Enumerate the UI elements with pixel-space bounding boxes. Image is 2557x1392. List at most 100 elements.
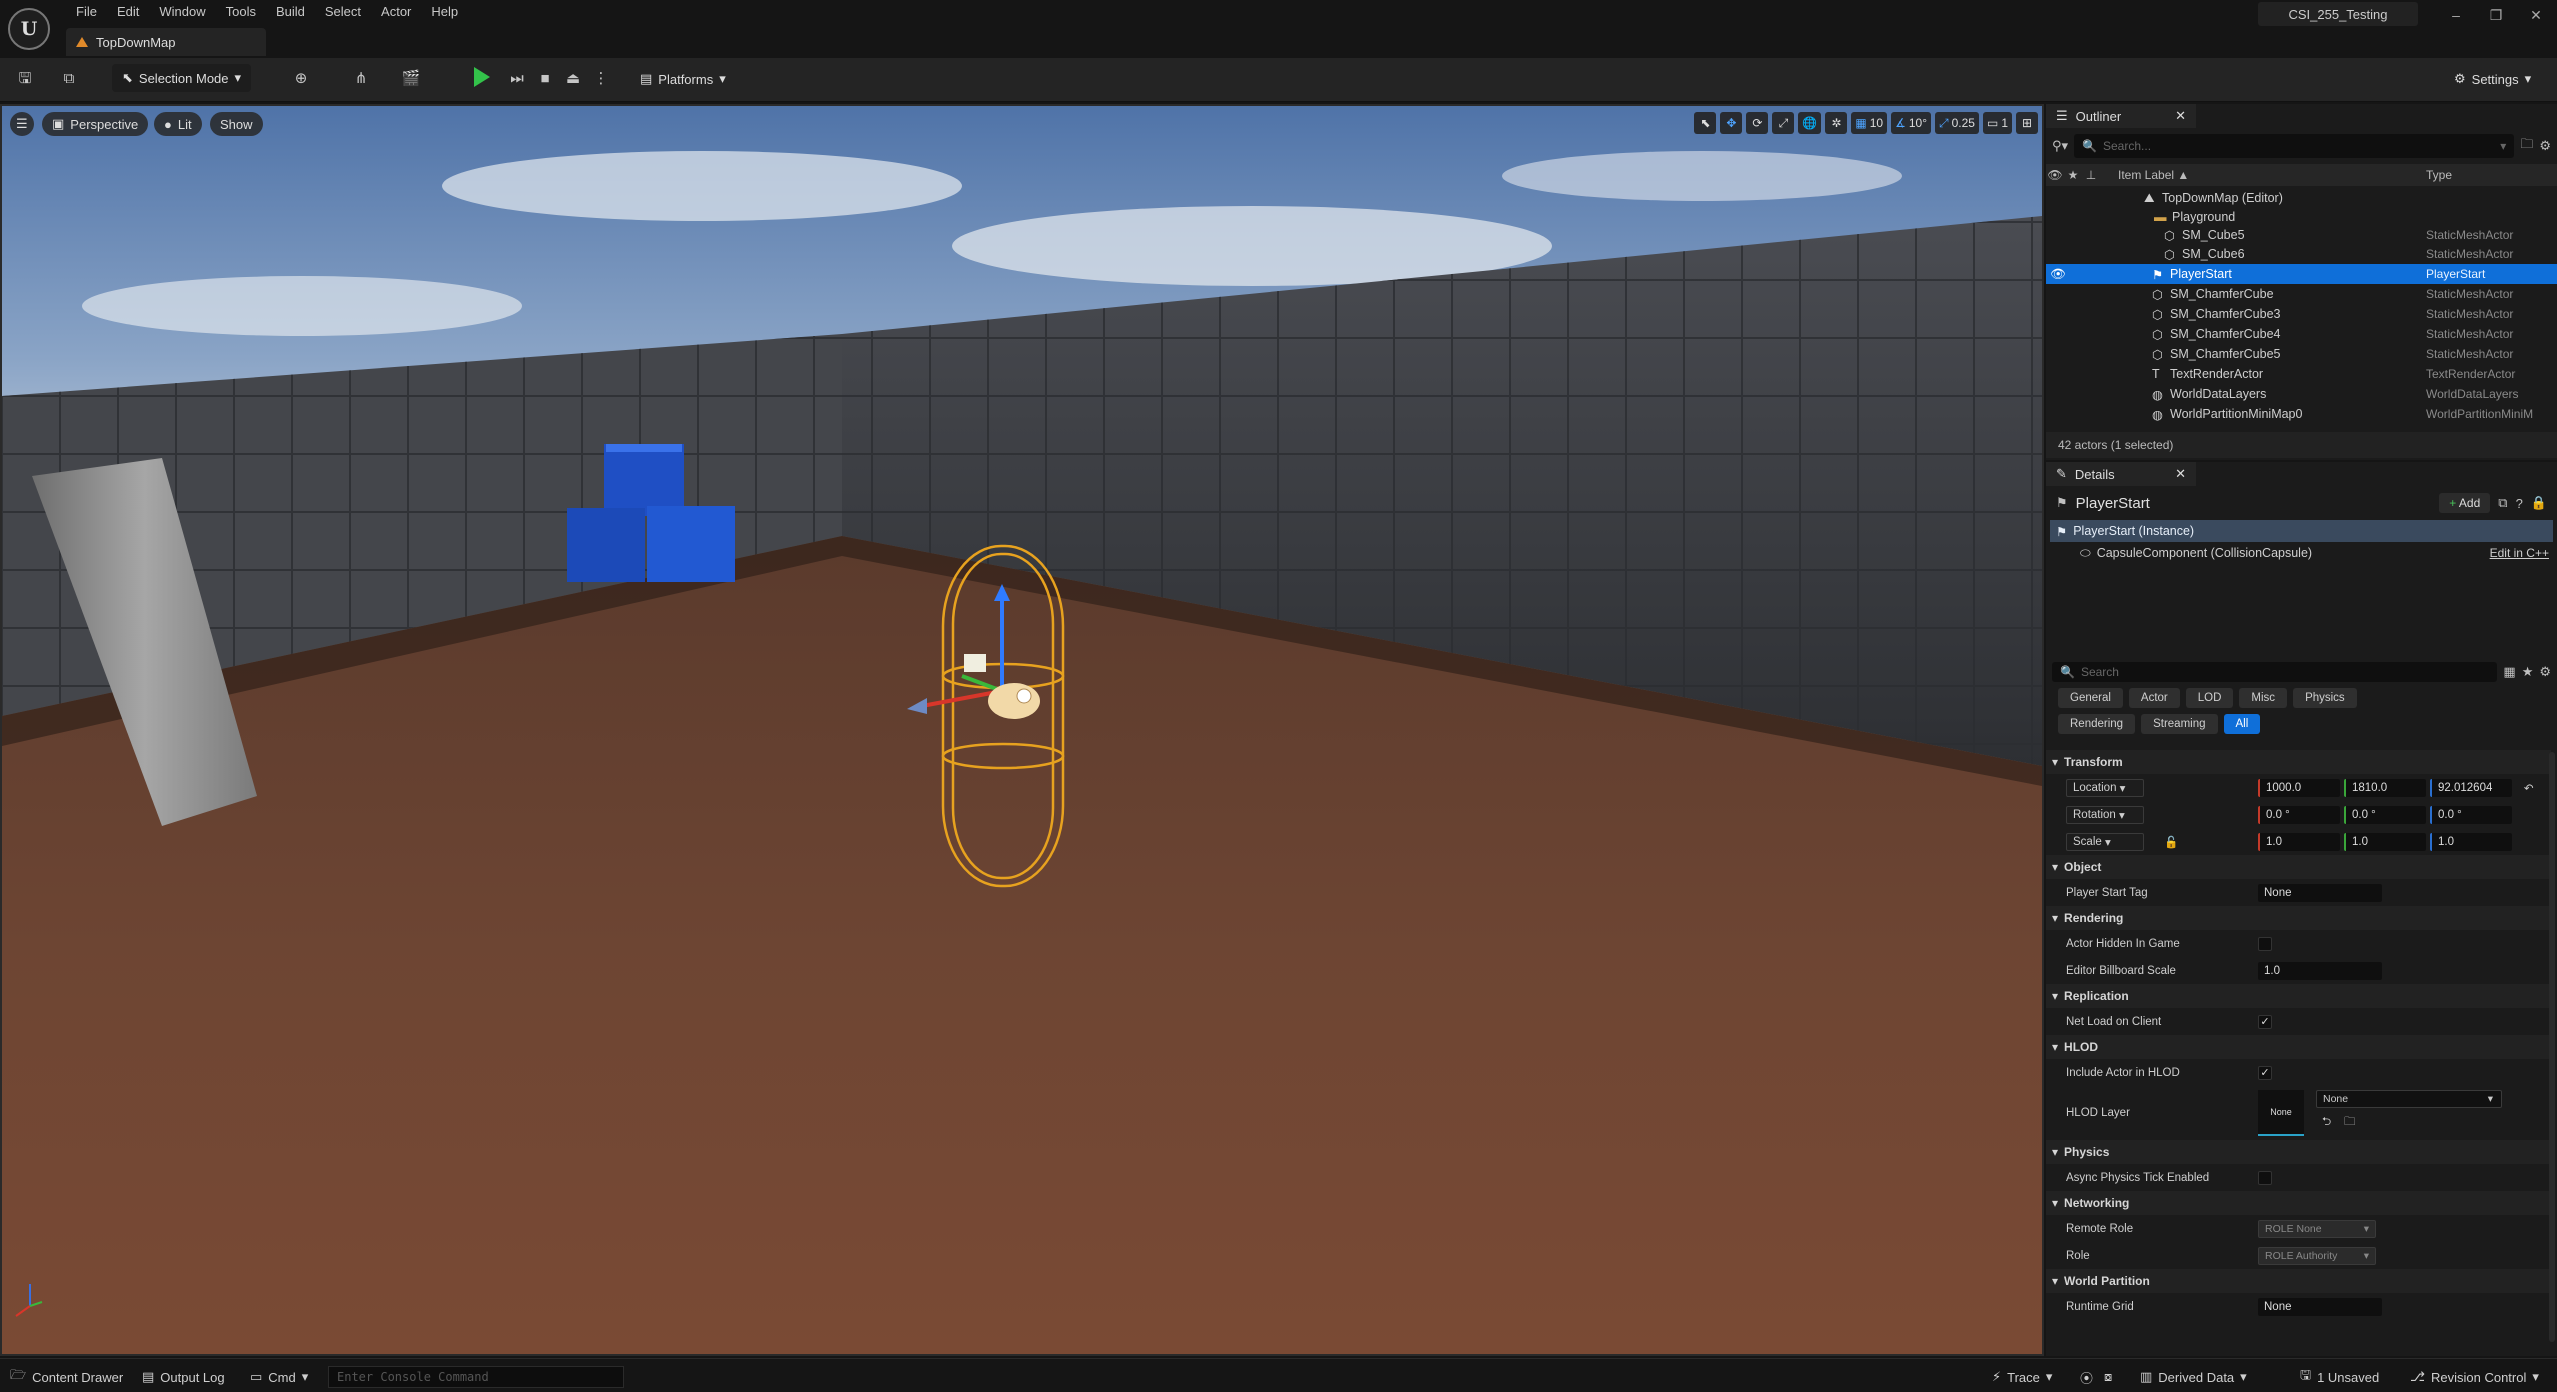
net-load-checkbox[interactable]: ✓ bbox=[2258, 1014, 2272, 1029]
lock-icon[interactable]: 🔒 bbox=[2531, 495, 2547, 511]
menu-build[interactable]: Build bbox=[266, 0, 315, 22]
async-physics-checkbox[interactable] bbox=[2258, 1170, 2272, 1185]
help-icon[interactable]: ? bbox=[2516, 496, 2523, 511]
location-z[interactable]: 92.012604 bbox=[2430, 778, 2512, 797]
settings-dropdown[interactable]: ⚙ Settings ▾ bbox=[2454, 66, 2531, 92]
filter-streaming[interactable]: Streaming bbox=[2141, 714, 2218, 734]
reset-icon[interactable]: ↶ bbox=[2524, 781, 2534, 795]
rotation-dropdown[interactable]: Rotation ▾ bbox=[2066, 805, 2144, 824]
list-item[interactable]: ⬡ SM_ChamferCube5 StaticMeshActor bbox=[2046, 344, 2557, 364]
rotation-snap-button[interactable]: ∡ 10° bbox=[1891, 112, 1931, 134]
list-item[interactable]: ◍ WorldDataLayers WorldDataLayers bbox=[2046, 384, 2557, 404]
add-folder-icon[interactable]: 🗀 bbox=[2520, 135, 2533, 157]
rotation-x[interactable]: 0.0 ° bbox=[2258, 805, 2340, 824]
star-icon[interactable]: ★ bbox=[2522, 664, 2534, 680]
camera-speed-button[interactable]: ▭ 1 bbox=[1982, 112, 2012, 134]
list-item[interactable]: ⬡ SM_ChamferCube3 StaticMeshActor bbox=[2046, 304, 2557, 324]
unreal-logo-icon[interactable]: U bbox=[8, 8, 50, 50]
list-item-selected[interactable]: 👁 ⚑ PlayerStart PlayerStart bbox=[2046, 264, 2557, 284]
rotate-tool-icon[interactable]: ⟳ bbox=[1746, 112, 1769, 134]
section-networking[interactable]: ▾ Networking bbox=[2046, 1191, 2551, 1215]
play-icon[interactable] bbox=[474, 67, 490, 87]
list-item[interactable]: ◍ WorldPartitionMiniMap0 WorldPartitionM… bbox=[2046, 404, 2557, 424]
outliner-search-input[interactable]: 🔍 Search... ▾ bbox=[2074, 134, 2515, 158]
derived-data-dropdown[interactable]: ▥ Derived Data ▾ bbox=[2140, 1367, 2247, 1387]
screenshot-icon[interactable]: ⧇ bbox=[2104, 1367, 2112, 1387]
cinematics-icon[interactable]: 🎬 bbox=[400, 68, 422, 90]
details-scrollbar[interactable] bbox=[2549, 752, 2555, 1342]
map-tab[interactable]: TopDownMap bbox=[66, 28, 266, 56]
list-item[interactable]: ▬ Playground bbox=[2046, 208, 2557, 226]
close-window-icon[interactable]: ✕ bbox=[2516, 4, 2556, 26]
step-icon[interactable]: ⏭ bbox=[506, 68, 528, 90]
blueprint-icon[interactable]: ⋔ bbox=[350, 68, 372, 90]
details-search-input[interactable]: 🔍 Search bbox=[2052, 662, 2498, 682]
lit-dropdown[interactable]: ● Lit bbox=[154, 112, 202, 136]
list-item[interactable]: ⛰ TopDownMap (Editor) bbox=[2046, 188, 2557, 208]
table-view-icon[interactable]: ▦ bbox=[2503, 664, 2515, 680]
edit-in-cpp-link[interactable]: Edit in C++ bbox=[2490, 546, 2549, 560]
location-x[interactable]: 1000.0 bbox=[2258, 778, 2340, 797]
list-item[interactable]: T TextRenderActor TextRenderActor bbox=[2046, 364, 2557, 384]
section-physics[interactable]: ▾ Physics bbox=[2046, 1140, 2551, 1164]
gear-icon[interactable]: ⚙ bbox=[2539, 664, 2551, 680]
filter-icon[interactable]: ⚲▾ bbox=[2052, 138, 2068, 154]
record-icon[interactable]: ⦿ bbox=[2080, 1367, 2093, 1387]
viewport-menu-icon[interactable]: ☰ bbox=[10, 112, 34, 136]
include-hlod-checkbox[interactable]: ✓ bbox=[2258, 1065, 2272, 1080]
filter-general[interactable]: General bbox=[2058, 688, 2123, 708]
menu-file[interactable]: File bbox=[66, 0, 107, 22]
gear-icon[interactable]: ⚙ bbox=[2539, 138, 2551, 154]
section-hlod[interactable]: ▾ HLOD bbox=[2046, 1035, 2551, 1059]
pin-icon[interactable]: ⊥ bbox=[2082, 168, 2100, 182]
visibility-icon[interactable]: 👁 bbox=[2050, 267, 2066, 282]
select-tool-icon[interactable]: ⬉ bbox=[1694, 112, 1717, 134]
menu-tools[interactable]: Tools bbox=[216, 0, 266, 22]
world-space-icon[interactable]: 🌐 bbox=[1798, 112, 1822, 134]
type-column[interactable]: Type bbox=[2426, 168, 2452, 182]
more-options-icon[interactable]: ⋮ bbox=[590, 68, 612, 90]
stop-icon[interactable]: ■ bbox=[534, 68, 556, 90]
grid-snap-button[interactable]: ▦ 10 bbox=[1851, 112, 1888, 134]
player-start-tag-field[interactable]: None bbox=[2258, 883, 2382, 902]
menu-select[interactable]: Select bbox=[315, 0, 371, 22]
trace-dropdown[interactable]: ⚡ Trace ▾ bbox=[1992, 1367, 2052, 1387]
rotation-y[interactable]: 0.0 ° bbox=[2344, 805, 2426, 824]
cmd-dropdown[interactable]: ▭ Cmd ▾ bbox=[250, 1367, 308, 1387]
section-replication[interactable]: ▾ Replication bbox=[2046, 984, 2551, 1008]
visibility-icon[interactable]: 👁 bbox=[2046, 168, 2064, 182]
blueprint-icon[interactable]: ⧉ bbox=[2498, 495, 2507, 511]
filter-actor[interactable]: Actor bbox=[2128, 688, 2180, 708]
location-y[interactable]: 1810.0 bbox=[2344, 778, 2426, 797]
role-dropdown[interactable]: ROLE Authority ▾ bbox=[2258, 1246, 2376, 1265]
unsaved-button[interactable]: 🖫 1 Unsaved bbox=[2300, 1367, 2379, 1387]
content-browser-icon[interactable]: ⧉ bbox=[58, 68, 80, 90]
section-rendering[interactable]: ▾ Rendering bbox=[2046, 906, 2551, 930]
actor-hidden-checkbox[interactable] bbox=[2258, 936, 2272, 951]
location-dropdown[interactable]: Location ▾ bbox=[2066, 778, 2144, 797]
unlock-icon[interactable]: 🔓 bbox=[2164, 835, 2178, 849]
layout-icon[interactable]: ⊞ bbox=[2016, 112, 2038, 134]
list-item[interactable]: ⬡ SM_Cube5 StaticMeshActor bbox=[2046, 226, 2557, 244]
translate-tool-icon[interactable]: ✥ bbox=[1720, 112, 1743, 134]
filter-all[interactable]: All bbox=[2223, 714, 2261, 734]
component-row[interactable]: ⬭ CapsuleComponent (CollisionCapsule) Ed… bbox=[2046, 542, 2557, 564]
scale-z[interactable]: 1.0 bbox=[2430, 832, 2512, 851]
close-icon[interactable]: ✕ bbox=[2175, 108, 2186, 124]
show-dropdown[interactable]: Show bbox=[210, 112, 263, 136]
instance-row[interactable]: ⚑ PlayerStart (Instance) bbox=[2050, 520, 2553, 542]
list-item[interactable]: ⬡ SM_Cube6 StaticMeshActor bbox=[2046, 244, 2557, 264]
remote-role-dropdown[interactable]: ROLE None ▾ bbox=[2258, 1219, 2376, 1238]
restore-icon[interactable]: ❐ bbox=[2476, 4, 2516, 26]
list-item[interactable]: ⬡ SM_ChamferCube StaticMeshActor bbox=[2046, 284, 2557, 304]
scale-dropdown[interactable]: Scale ▾ bbox=[2066, 832, 2144, 851]
perspective-dropdown[interactable]: ▣ Perspective bbox=[42, 112, 149, 136]
menu-actor[interactable]: Actor bbox=[371, 0, 421, 22]
menu-window[interactable]: Window bbox=[149, 0, 215, 22]
section-object[interactable]: ▾ Object bbox=[2046, 855, 2551, 879]
section-transform[interactable]: ▾ Transform bbox=[2046, 750, 2551, 774]
menu-edit[interactable]: Edit bbox=[107, 0, 149, 22]
eject-icon[interactable]: ⏏ bbox=[562, 68, 584, 90]
list-item[interactable]: ⬡ SM_ChamferCube4 StaticMeshActor bbox=[2046, 324, 2557, 344]
selection-mode-dropdown[interactable]: ⬉ Selection Mode ▾ bbox=[112, 64, 252, 92]
